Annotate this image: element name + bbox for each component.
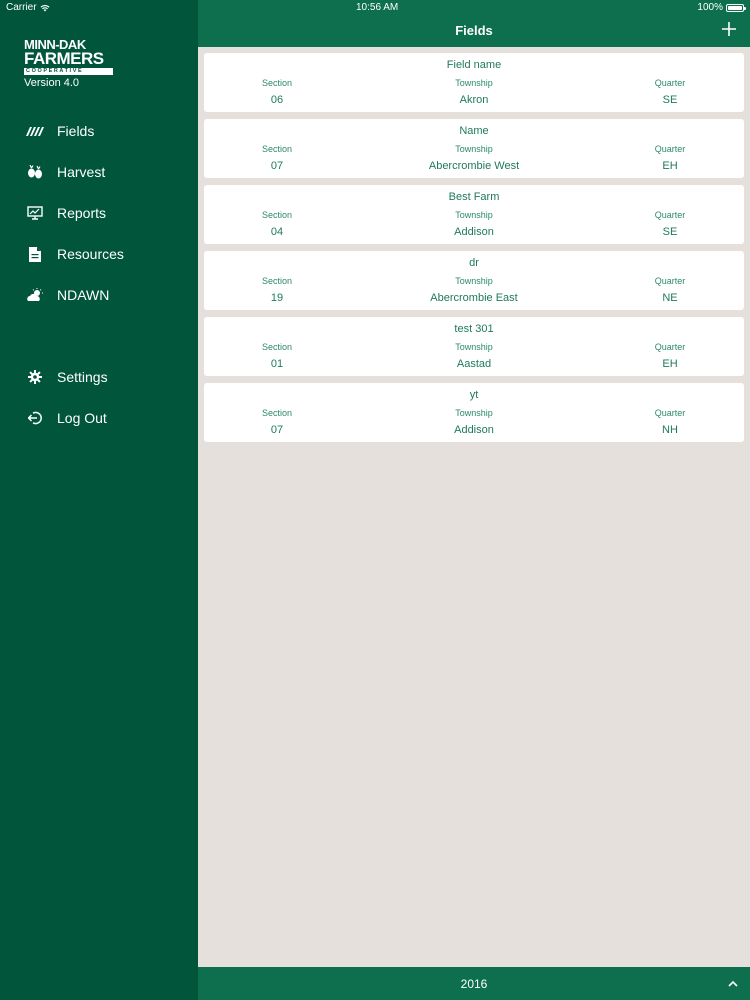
township-header: Township <box>455 210 493 220</box>
section-value: 07 <box>270 160 284 172</box>
quarter-header: Quarter <box>654 78 686 88</box>
section-header: Section <box>261 144 293 154</box>
township-header: Township <box>455 276 493 286</box>
township-value: Akron <box>459 94 489 106</box>
township-value: Aastad <box>456 358 492 370</box>
quarter-value: NH <box>662 424 678 436</box>
field-card[interactable]: Best Farm Section Township Quarter 04 Ad… <box>204 185 744 244</box>
battery-label: 100% <box>697 2 723 13</box>
status-battery: 100% <box>697 2 746 13</box>
quarter-value: SE <box>662 94 678 106</box>
township-header: Township <box>455 342 493 352</box>
harvest-icon <box>26 164 44 180</box>
fields-icon <box>26 123 44 139</box>
section-header: Section <box>261 276 293 286</box>
quarter-value: SE <box>662 226 678 238</box>
sidebar-item-harvest[interactable]: Harvest <box>0 157 198 187</box>
sidebar-item-label: Settings <box>57 369 108 385</box>
section-value: 01 <box>270 358 284 370</box>
add-field-button[interactable] <box>720 20 738 38</box>
logout-icon <box>26 410 44 426</box>
logo-line-2: FARMERS <box>24 49 104 68</box>
plus-icon <box>722 22 736 36</box>
quarter-header: Quarter <box>654 210 686 220</box>
year-toggle-button[interactable] <box>726 977 740 991</box>
township-header: Township <box>455 408 493 418</box>
status-carrier: Carrier <box>6 2 50 13</box>
sidebar-item-ndawn[interactable]: NDAWN <box>0 280 198 310</box>
section-header: Section <box>261 78 293 88</box>
township-value: Abercrombie West <box>428 160 520 172</box>
year-selector-bar[interactable]: 2016 <box>198 967 750 1000</box>
sidebar-item-resources[interactable]: Resources <box>0 239 198 269</box>
sidebar-item-label: Fields <box>57 123 95 139</box>
field-card[interactable]: yt Section Township Quarter 07 Addison N… <box>204 383 744 442</box>
township-header: Township <box>455 144 493 154</box>
field-name: yt <box>469 389 479 401</box>
sidebar-item-label: Harvest <box>57 164 106 180</box>
sidebar: Carrier MINN-DAK FARMERS COOPERATIVE Ver… <box>0 0 198 1000</box>
sidebar-item-label: Log Out <box>57 410 107 426</box>
section-header: Section <box>261 210 293 220</box>
time-label: 10:56 AM <box>356 2 399 13</box>
header-bar: 10:56 AM 100% Fields <box>198 0 750 47</box>
quarter-header: Quarter <box>654 276 686 286</box>
brand-logo: MINN-DAK FARMERS COOPERATIVE <box>24 38 114 75</box>
field-card[interactable]: Field name Section Township Quarter 06 A… <box>204 53 744 112</box>
quarter-value: EH <box>662 160 678 172</box>
wifi-icon <box>40 4 50 11</box>
sidebar-item-label: NDAWN <box>57 287 110 303</box>
field-name: Name <box>459 125 489 137</box>
field-list: Field name Section Township Quarter 06 A… <box>204 53 744 449</box>
app-version: Version 4.0 <box>24 77 80 89</box>
field-card[interactable]: dr Section Township Quarter 19 Abercromb… <box>204 251 744 310</box>
year-label: 2016 <box>460 977 488 991</box>
township-value: Abercrombie East <box>430 292 518 304</box>
field-name: test 301 <box>454 323 494 335</box>
section-header: Section <box>261 342 293 352</box>
gear-icon <box>26 369 44 385</box>
sidebar-item-label: Resources <box>57 246 124 262</box>
page-title: Fields <box>455 23 493 38</box>
weather-icon <box>26 287 44 303</box>
section-value: 04 <box>270 226 284 238</box>
sidebar-item-label: Reports <box>57 205 107 221</box>
township-header: Township <box>455 78 493 88</box>
sidebar-item-settings[interactable]: Settings <box>0 362 198 392</box>
quarter-value: EH <box>662 358 678 370</box>
section-value: 07 <box>270 424 284 436</box>
township-value: Addison <box>454 226 494 238</box>
sidebar-item-fields[interactable]: Fields <box>0 116 198 146</box>
quarter-value: NE <box>662 292 678 304</box>
field-card[interactable]: Name Section Township Quarter 07 Abercro… <box>204 119 744 178</box>
field-card[interactable]: test 301 Section Township Quarter 01 Aas… <box>204 317 744 376</box>
field-name: Field name <box>446 59 502 71</box>
battery-icon <box>726 3 746 12</box>
quarter-header: Quarter <box>654 144 686 154</box>
quarter-header: Quarter <box>654 408 686 418</box>
section-header: Section <box>261 408 293 418</box>
reports-icon <box>26 205 44 221</box>
field-name: dr <box>469 257 479 269</box>
sidebar-item-reports[interactable]: Reports <box>0 198 198 228</box>
field-name: Best Farm <box>448 191 500 203</box>
section-value: 06 <box>270 94 284 106</box>
logo-line-3: COOPERATIVE <box>24 68 113 75</box>
chevron-up-icon <box>728 980 738 987</box>
carrier-label: Carrier <box>6 2 37 13</box>
document-icon <box>26 246 44 262</box>
section-value: 19 <box>270 292 284 304</box>
quarter-header: Quarter <box>654 342 686 352</box>
sidebar-item-logout[interactable]: Log Out <box>0 403 198 433</box>
township-value: Addison <box>454 424 494 436</box>
